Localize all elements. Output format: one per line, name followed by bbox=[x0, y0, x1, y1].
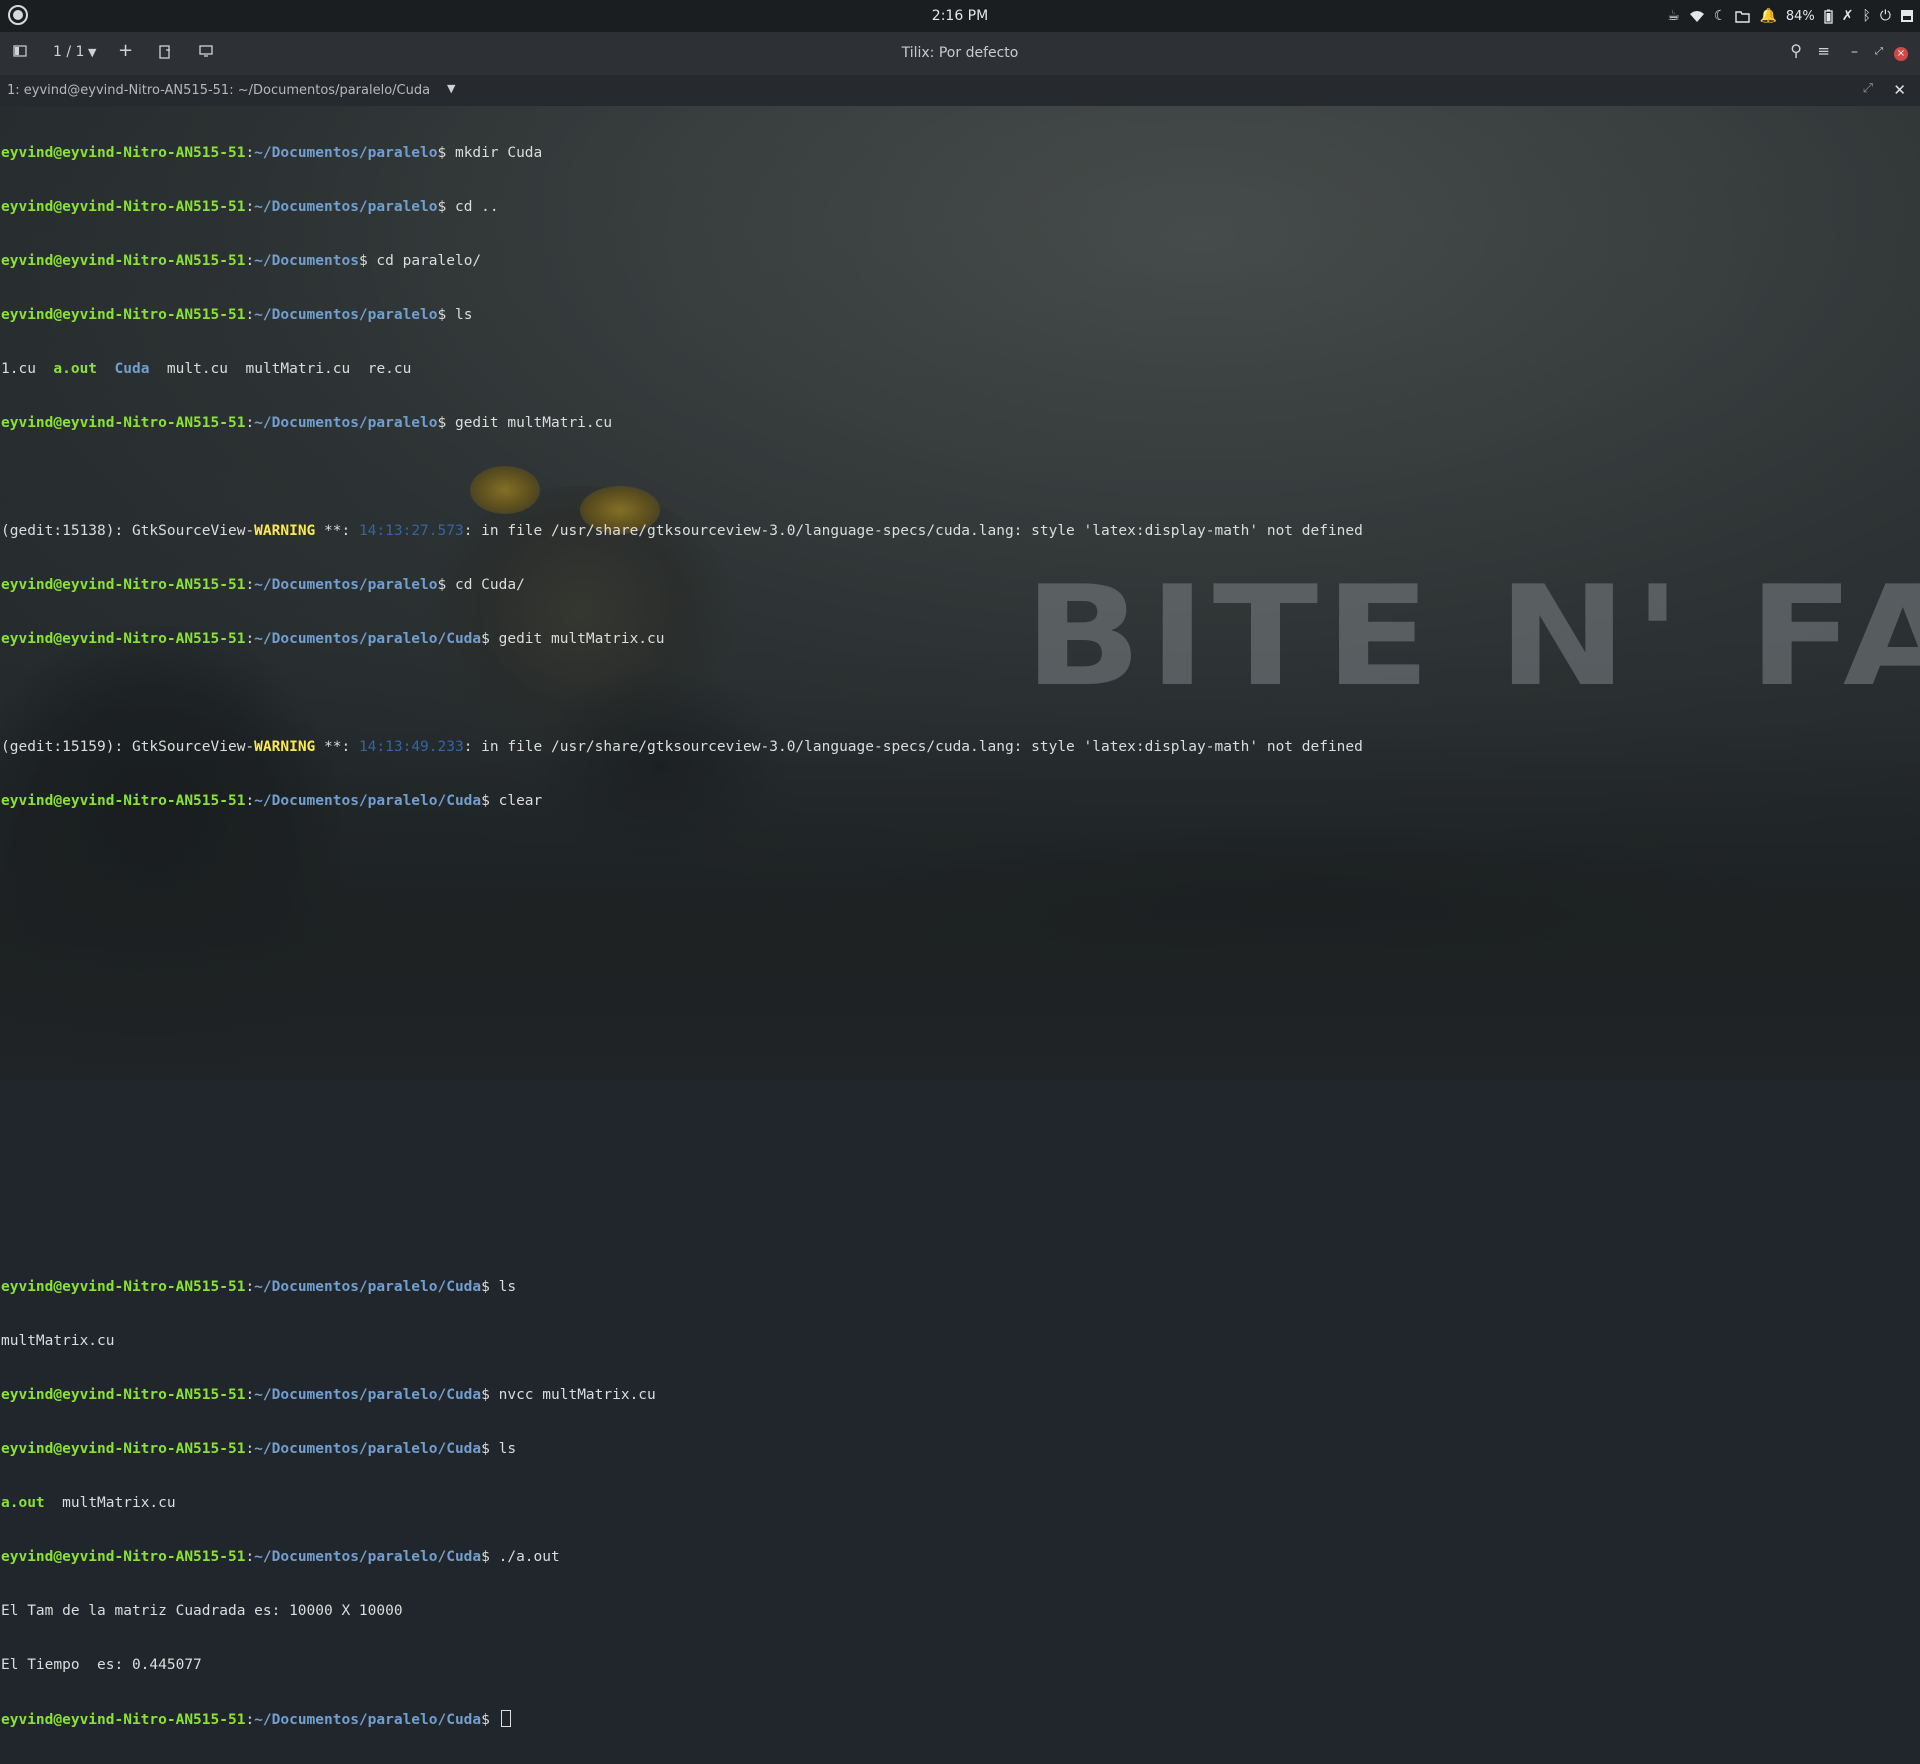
terminal-line: eyvind@eyvind-Nitro-AN515-51:~/Documento… bbox=[1, 307, 473, 323]
terminal-line: multMatrix.cu bbox=[1, 1333, 115, 1349]
maximize-terminal-icon[interactable]: ⤢ bbox=[1863, 81, 1873, 96]
terminal-line: eyvind@eyvind-Nitro-AN515-51:~/Documento… bbox=[1, 631, 665, 647]
terminal-tab-bar: 1: eyvind@eyvind-Nitro-AN515-51: ~/Docum… bbox=[0, 75, 1920, 106]
terminal-line: eyvind@eyvind-Nitro-AN515-51:~/Documento… bbox=[1, 1549, 560, 1565]
terminal-prompt-line[interactable]: eyvind@eyvind-Nitro-AN515-51:~/Documento… bbox=[1, 1710, 1363, 1728]
power-icon[interactable]: ⏻ bbox=[1880, 5, 1891, 27]
minimize-button[interactable]: – bbox=[1851, 44, 1858, 60]
battery-icon[interactable] bbox=[1824, 9, 1833, 24]
search-icon[interactable]: ⚲ bbox=[1790, 41, 1802, 60]
terminal-line: eyvind@eyvind-Nitro-AN515-51:~/Documento… bbox=[1, 793, 543, 809]
terminal-line: eyvind@eyvind-Nitro-AN515-51:~/Documento… bbox=[1, 1441, 517, 1457]
cup-icon[interactable]: ☕ bbox=[1667, 5, 1680, 27]
terminal-title[interactable]: 1: eyvind@eyvind-Nitro-AN515-51: ~/Docum… bbox=[7, 83, 430, 98]
terminal-line: El Tam de la matriz Cuadrada es: 10000 X… bbox=[1, 1603, 403, 1619]
battery-percent[interactable]: 84% bbox=[1786, 9, 1815, 24]
terminal-area[interactable]: eyvind@eyvind-Nitro-AN515-51:~/Documento… bbox=[0, 106, 1920, 1728]
system-top-bar: 2:16 PM ☕ ☾ 🔔 84% ✗ ᛒ ⏻ bbox=[0, 0, 1920, 32]
tilix-header-bar: 1 / 1 ▼ + Tilix: Por defecto ⚲ ≡ – ⤢ × bbox=[0, 32, 1920, 75]
session-counter[interactable]: 1 / 1 bbox=[53, 44, 84, 60]
terminal-output: eyvind@eyvind-Nitro-AN515-51:~/Documento… bbox=[1, 108, 1363, 1764]
terminal-line: eyvind@eyvind-Nitro-AN515-51:~/Documento… bbox=[1, 253, 482, 269]
clock[interactable]: 2:16 PM bbox=[0, 8, 1920, 24]
split-right-icon[interactable] bbox=[158, 44, 172, 64]
terminal-line: a.out multMatrix.cu bbox=[1, 1495, 176, 1511]
terminal-line: (gedit:15159): GtkSourceView-WARNING **:… bbox=[1, 739, 1363, 755]
bell-icon[interactable]: 🔔 bbox=[1759, 5, 1776, 27]
close-terminal-icon[interactable]: ✕ bbox=[1893, 81, 1906, 99]
window-title: Tilix: Por defecto bbox=[901, 45, 1019, 61]
terminal-line: eyvind@eyvind-Nitro-AN515-51:~/Documento… bbox=[1, 145, 543, 161]
wifi-icon[interactable] bbox=[1689, 9, 1705, 23]
folder-icon[interactable] bbox=[1735, 10, 1751, 23]
terminal-line: 1.cu a.out Cuda mult.cu multMatri.cu re.… bbox=[1, 361, 412, 377]
terminal-line: eyvind@eyvind-Nitro-AN515-51:~/Documento… bbox=[1, 199, 499, 215]
split-down-icon[interactable] bbox=[198, 44, 214, 62]
close-window-button[interactable]: × bbox=[1894, 47, 1908, 61]
terminal-line: (gedit:15138): GtkSourceView-WARNING **:… bbox=[1, 523, 1363, 539]
bluetooth-icon[interactable]: ᛒ bbox=[1863, 5, 1871, 27]
terminal-menu-chevron-icon[interactable]: ▼ bbox=[447, 82, 455, 95]
add-session-icon[interactable]: + bbox=[118, 40, 133, 61]
menu-icon[interactable] bbox=[1900, 9, 1914, 23]
terminal-cursor bbox=[500, 1710, 511, 1727]
system-tray: ☕ ☾ 🔔 84% ✗ ᛒ ⏻ bbox=[1667, 5, 1914, 27]
terminal-line: eyvind@eyvind-Nitro-AN515-51:~/Documento… bbox=[1, 415, 613, 431]
terminal-line: eyvind@eyvind-Nitro-AN515-51:~/Documento… bbox=[1, 1387, 656, 1403]
tools-icon[interactable]: ✗ bbox=[1842, 5, 1854, 27]
chevron-down-icon[interactable]: ▼ bbox=[88, 46, 96, 59]
terminal-line: eyvind@eyvind-Nitro-AN515-51:~/Documento… bbox=[1, 577, 525, 593]
terminal-line: El Tiempo es: 0.445077 bbox=[1, 1657, 202, 1673]
sidebar-toggle-icon[interactable] bbox=[13, 44, 27, 62]
moon-icon[interactable]: ☾ bbox=[1714, 5, 1727, 27]
maximize-button[interactable]: ⤢ bbox=[1875, 46, 1883, 57]
terminal-line: eyvind@eyvind-Nitro-AN515-51:~/Documento… bbox=[1, 1279, 517, 1295]
hamburger-menu-icon[interactable]: ≡ bbox=[1817, 42, 1830, 60]
